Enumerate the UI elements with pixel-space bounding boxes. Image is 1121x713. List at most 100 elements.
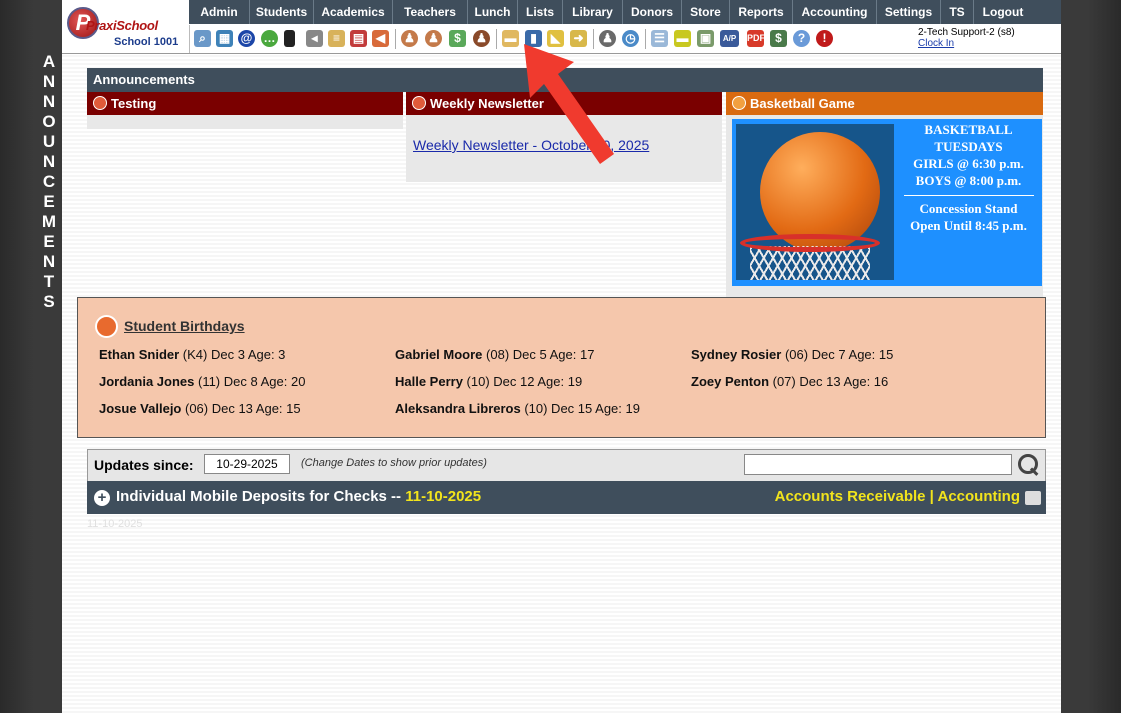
nav-teachers[interactable]: Teachers [393, 0, 468, 24]
updates-since-label: Updates since: [94, 457, 194, 473]
birthday-detail: (11) Dec 8 Age: 20 [194, 374, 306, 389]
printer-icon[interactable] [1025, 491, 1041, 505]
accounting-link[interactable]: Accounting [938, 488, 1021, 505]
toolbar-separator [395, 29, 396, 49]
at-icon[interactable]: @ [238, 30, 255, 47]
birthday-entry: Halle Perry (10) Dec 12 Age: 19 [395, 374, 582, 389]
updates-date-input[interactable] [204, 454, 290, 474]
birthday-detail: (K4) Dec 3 Age: 3 [179, 347, 286, 362]
student-name: Gabriel Moore [395, 347, 483, 362]
grid-icon[interactable]: ▦ [216, 30, 233, 47]
student-name: Aleksandra Libreros [395, 401, 521, 416]
deposits-bar: + Individual Mobile Deposits for Checks … [87, 481, 1046, 514]
user-info: 2-Tech Support-2 (s8) Clock In [918, 27, 1015, 49]
nav-settings[interactable]: Settings [877, 0, 941, 24]
money-icon[interactable]: $ [449, 30, 466, 47]
logo-name: PraxiSchool [86, 18, 158, 33]
expand-plus-icon[interactable]: + [94, 490, 110, 506]
nav-logout[interactable]: Logout [974, 0, 1032, 24]
basketball-image [736, 124, 894, 280]
birthday-detail: (10) Dec 12 Age: 19 [462, 374, 583, 389]
student-name: Zoey Penton [691, 374, 770, 389]
user-name: 2-Tech Support-2 (s8) [918, 27, 1015, 38]
panel-basketball-header[interactable]: Basketball Game [726, 92, 1043, 115]
search-icon[interactable] [1016, 453, 1040, 477]
student-name: Halle Perry [395, 374, 463, 389]
bb-line: Concession Stand [919, 201, 1018, 216]
printer-icon[interactable]: ▣ [697, 30, 714, 47]
updates-search-input[interactable] [744, 454, 1012, 475]
panel-testing-header[interactable]: Testing [87, 92, 403, 115]
divider [903, 195, 1034, 196]
nav-accounting[interactable]: Accounting [793, 0, 877, 24]
calendar-icon[interactable]: ▤ [350, 30, 367, 47]
student-name: Josue Vallejo [99, 401, 182, 416]
deposits-title-text: Individual Mobile Deposits for Checks -- [116, 488, 406, 505]
ap-icon[interactable]: A/P [720, 30, 739, 47]
bb-line: TUESDAYS [934, 139, 1003, 154]
link-separator: | [925, 488, 938, 505]
chat-icon[interactable]: … [261, 30, 278, 47]
person-icon[interactable]: ♟ [425, 30, 442, 47]
accounts-receivable-link[interactable]: Accounts Receivable [775, 488, 926, 505]
birthday-detail: (08) Dec 5 Age: 17 [482, 347, 595, 362]
updates-hint: (Change Dates to show prior updates) [301, 457, 487, 469]
form-icon[interactable]: ≡ [328, 30, 345, 47]
deposits-links: Accounts Receivable | Accounting [775, 488, 1020, 505]
bb-line: BASKETBALL [924, 122, 1013, 137]
announcement-icon [732, 96, 746, 110]
bb-line: Open Until 8:45 p.m. [910, 218, 1027, 233]
toolbar-separator [645, 29, 646, 49]
school-name: School 1001 [114, 36, 179, 48]
deposits-title[interactable]: Individual Mobile Deposits for Checks --… [116, 488, 481, 505]
red-arrow-annotation [524, 44, 614, 164]
student-name: Jordania Jones [99, 374, 195, 389]
birthday-entry: Sydney Rosier (06) Dec 7 Age: 15 [691, 347, 893, 362]
student-name: Ethan Snider [99, 347, 180, 362]
birthday-detail: (07) Dec 13 Age: 16 [769, 374, 889, 389]
pdf-icon[interactable]: PDF [747, 30, 765, 47]
clock-in-link[interactable]: Clock In [918, 38, 1015, 49]
nav-admin[interactable]: Admin [189, 0, 250, 24]
nav-ts[interactable]: TS [941, 0, 974, 24]
side-announcements-label: ANNOUNCEMENTS [41, 52, 57, 311]
person-icon[interactable]: ♟ [401, 30, 418, 47]
help-icon[interactable]: ? [793, 30, 810, 47]
users-icon[interactable]: ♟ [473, 30, 490, 47]
basketball-details: BASKETBALL TUESDAYS GIRLS @ 6:30 p.m. BO… [895, 121, 1042, 234]
nav-reports[interactable]: Reports [730, 0, 793, 24]
birthday-cake-icon [95, 315, 118, 338]
cash-icon[interactable]: $ [770, 30, 787, 47]
nav-library[interactable]: Library [563, 0, 623, 24]
rim-graphic [740, 234, 880, 252]
announcement-icon [412, 96, 426, 110]
birthdays-title[interactable]: Student Birthdays [124, 318, 245, 334]
birthday-entry: Zoey Penton (07) Dec 13 Age: 16 [691, 374, 888, 389]
toolbar-separator [496, 29, 497, 49]
megaphone-icon[interactable]: ◀ [372, 30, 389, 47]
nav-lists[interactable]: Lists [518, 0, 563, 24]
student-birthdays-panel: Student Birthdays Ethan Snider (K4) Dec … [77, 297, 1046, 438]
nav-store[interactable]: Store [682, 0, 730, 24]
search-icon[interactable]: ⌕ [194, 30, 211, 47]
student-name: Sydney Rosier [691, 347, 782, 362]
deposits-date: 11-10-2025 [405, 488, 482, 505]
nav-donors[interactable]: Donors [623, 0, 682, 24]
bb-line: BOYS @ 8:00 p.m. [915, 173, 1022, 188]
nav-students[interactable]: Students [250, 0, 314, 24]
panel-title: Basketball Game [750, 96, 855, 111]
speaker-icon[interactable]: ◂ [306, 30, 323, 47]
phone-icon[interactable] [284, 30, 295, 47]
power-icon[interactable]: ! [816, 30, 833, 47]
praxischool-logo[interactable]: P PraxiSchool School 1001 [64, 4, 188, 50]
panel-testing-body [87, 115, 403, 129]
faint-date-text: 11-10-2025 [87, 518, 143, 530]
card-icon[interactable]: ▬ [674, 30, 691, 47]
list-icon[interactable]: ☰ [651, 30, 668, 47]
panel-title: Testing [111, 96, 157, 111]
updates-bar: Updates since: (Change Dates to show pri… [87, 449, 1046, 481]
nav-academics[interactable]: Academics [314, 0, 393, 24]
birthday-entry: Josue Vallejo (06) Dec 13 Age: 15 [99, 401, 301, 416]
nav-lunch[interactable]: Lunch [468, 0, 518, 24]
birthday-detail: (06) Dec 13 Age: 15 [181, 401, 301, 416]
